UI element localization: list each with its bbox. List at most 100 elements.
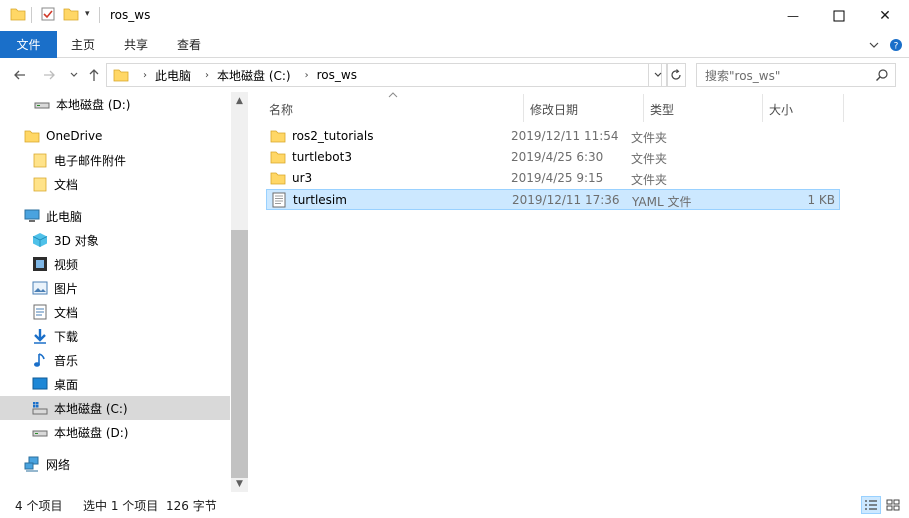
nav-item-desktop[interactable]: 桌面 [0,372,230,396]
music-icon [32,352,48,368]
nav-item-onedrive-documents[interactable]: 文档 [0,172,230,196]
file-name: turtlesim [293,193,347,207]
nav-item-drive-d-top[interactable]: 本地磁盘 (D:) [0,92,230,116]
nav-item-label: 电子邮件附件 [54,153,127,168]
yaml-file-icon [271,192,287,208]
address-bar[interactable]: › 此电脑 › 本地磁盘 (C:) › ros_ws [106,63,662,87]
file-name: ros2_tutorials [292,129,374,143]
up-arrow-icon[interactable] [85,66,103,84]
ribbon-expand-icon[interactable] [868,31,880,58]
nav-item-label: 此电脑 [46,209,83,224]
file-date: 2019/12/11 17:36 [512,193,620,207]
nav-item-3d-objects[interactable]: 3D 对象 [0,228,230,252]
folder-icon [270,170,286,186]
nav-item-email-attachments[interactable]: 电子邮件附件 [0,148,230,172]
column-header-type[interactable]: 类型 [650,98,674,120]
column-divider[interactable] [643,94,644,122]
file-date: 2019/12/11 11:54 [511,129,619,143]
navigation-bar: › 此电脑 › 本地磁盘 (C:) › ros_ws 搜索"ros_ws" [0,58,909,92]
file-date: 2019/4/25 9:15 [511,171,604,185]
column-header-date[interactable]: 修改日期 [530,98,578,120]
ribbon-tabs: 文件 主页 共享 查看 ? [0,31,909,58]
file-date: 2019/4/25 6:30 [511,150,604,164]
status-item-count: 4 个项目 [15,498,63,513]
nav-item-music[interactable]: 音乐 [0,348,230,372]
folder-icon [270,149,286,165]
column-label: 类型 [650,102,675,117]
back-arrow-icon[interactable] [11,66,29,84]
recent-locations-icon[interactable] [65,66,83,84]
scrollbar-thumb[interactable] [231,230,248,478]
breadcrumb-drive-c[interactable]: 本地磁盘 (C:) [217,67,291,84]
column-header-name[interactable]: 名称 [269,98,293,120]
column-header-size[interactable]: 大小 [769,98,793,120]
nav-item-label: 3D 对象 [54,233,99,248]
table-row[interactable]: ros2_tutorials 2019/12/11 11:54 文件夹 [266,126,840,147]
nav-item-this-pc[interactable]: 此电脑 [0,204,230,228]
properties-icon[interactable] [40,6,56,22]
table-row[interactable]: ur3 2019/4/25 9:15 文件夹 [266,168,840,189]
help-icon[interactable]: ? [889,31,903,58]
file-name-cell: turtlesim [271,192,347,208]
nav-item-network[interactable]: 网络 [0,452,230,476]
nav-item-pictures[interactable]: 图片 [0,276,230,300]
folder-icon [113,67,129,83]
nav-item-documents[interactable]: 文档 [0,300,230,324]
nav-item-downloads[interactable]: 下载 [0,324,230,348]
table-row[interactable]: turtlebot3 2019/4/25 6:30 文件夹 [266,147,840,168]
chevron-right-icon[interactable]: › [143,70,147,81]
maximize-button[interactable] [816,0,862,31]
chevron-right-icon[interactable]: › [205,70,209,81]
breadcrumb-ros-ws[interactable]: ros_ws [317,68,357,82]
search-icon[interactable] [875,68,889,85]
tab-view[interactable]: 查看 [177,31,201,58]
close-button[interactable]: ✕ [862,0,908,31]
address-dropdown-icon[interactable] [648,63,668,87]
large-icons-view-icon[interactable] [883,496,903,514]
breadcrumb-this-pc[interactable]: 此电脑 [155,67,191,84]
svg-text:?: ? [894,41,899,51]
search-input[interactable]: 搜索"ros_ws" [696,63,896,87]
folder-icon [10,6,26,22]
file-name-cell: ur3 [270,170,312,186]
drive-icon [34,96,50,112]
status-selected: 选中 1 个项目 [83,498,159,513]
column-label: 名称 [269,102,294,117]
nav-item-videos[interactable]: 视频 [0,252,230,276]
column-divider[interactable] [762,94,763,122]
onedrive-folder-icon [24,128,40,144]
forward-arrow-icon[interactable] [40,66,58,84]
minimize-button[interactable]: — [770,0,816,31]
column-divider[interactable] [843,94,844,122]
customize-toolbar-icon[interactable]: ▾ [85,9,90,19]
divider [31,7,32,23]
nav-item-label: 桌面 [54,377,79,392]
scroll-up-arrow-icon[interactable]: ▲ [231,92,248,109]
column-divider[interactable] [523,94,524,122]
nav-item-drive-c[interactable]: 本地磁盘 (C:) [0,396,230,420]
pictures-icon [32,280,48,296]
refresh-icon[interactable] [666,63,686,87]
file-list: 名称 修改日期 类型 大小 ros2_tutorials 2019/12/11 … [248,92,909,492]
table-row-selected[interactable]: turtlesim 2019/12/11 17:36 YAML 文件 1 KB [266,189,840,210]
computer-icon [24,208,40,224]
chevron-right-icon[interactable]: › [305,70,309,81]
nav-pane-scrollbar[interactable]: ▲ ▼ [231,92,248,492]
new-folder-icon[interactable] [63,6,79,22]
nav-item-label: 文档 [54,177,79,192]
nav-item-drive-d[interactable]: 本地磁盘 (D:) [0,420,230,444]
documents-icon [32,304,48,320]
nav-item-label: 图片 [54,281,79,296]
column-label: 修改日期 [530,102,579,117]
status-selected-size: 126 字节 [166,498,217,513]
tab-home[interactable]: 主页 [71,31,95,58]
tab-file[interactable]: 文件 [0,31,57,58]
tab-share[interactable]: 共享 [124,31,148,58]
column-label: 大小 [769,102,794,117]
nav-item-onedrive[interactable]: OneDrive [0,124,230,148]
video-icon [32,256,48,272]
details-view-icon[interactable] [861,496,881,514]
network-icon [24,456,40,472]
folder-icon [32,152,48,168]
scroll-down-arrow-icon[interactable]: ▼ [231,475,248,492]
